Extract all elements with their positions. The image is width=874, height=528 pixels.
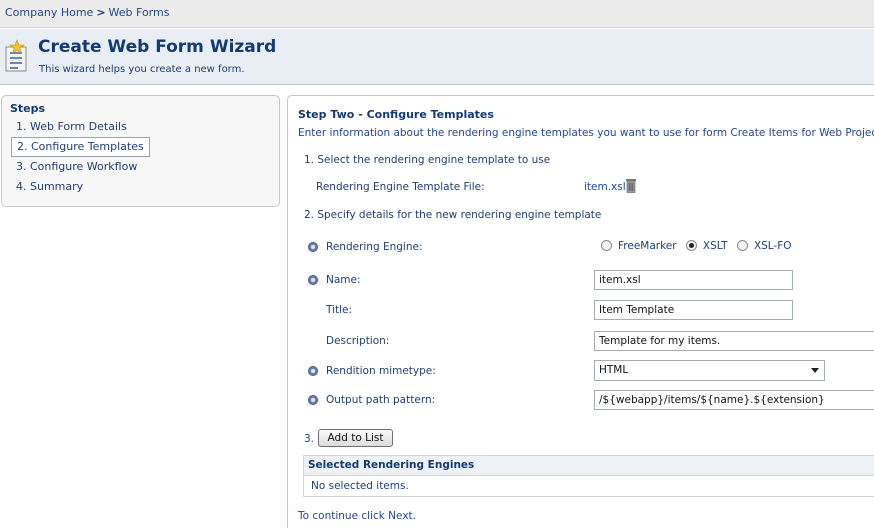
section-add-number: 3.	[304, 433, 315, 445]
step-intro: Enter information about the rendering en…	[298, 127, 874, 139]
add-to-list-button[interactable]: Add to List	[318, 429, 393, 447]
radio-xsl-fo-label: XSL-FO	[753, 240, 792, 252]
continue-note: To continue click Next.	[298, 510, 416, 522]
radio-freemarker-label: FreeMarker	[618, 240, 677, 252]
title-input[interactable]: Item Template	[594, 300, 793, 320]
step-configure-templates[interactable]: 2. Configure Templates	[11, 137, 150, 157]
radio-xslt-label: XSLT	[702, 240, 728, 252]
selected-engines-header: Selected Rendering Engines	[304, 456, 874, 476]
page-title: Create Web Form Wizard	[38, 37, 277, 57]
mimetype-select[interactable]: HTML	[594, 360, 825, 381]
step-configure-workflow[interactable]: 3. Configure Workflow	[10, 157, 271, 177]
step-summary[interactable]: 4. Summary	[10, 177, 271, 197]
required-icon	[308, 242, 318, 252]
breadcrumb-web-forms[interactable]: Web Forms	[109, 6, 170, 19]
breadcrumb-company-home[interactable]: Company Home	[5, 6, 93, 19]
steps-title: Steps	[10, 102, 46, 115]
required-icon	[308, 275, 318, 285]
radio-freemarker[interactable]	[601, 240, 612, 251]
mimetype-label: Rendition mimetype:	[326, 365, 436, 377]
template-file-label: Rendering Engine Template File:	[316, 181, 485, 193]
wizard-header: Create Web Form Wizard This wizard helps…	[0, 29, 874, 85]
description-label: Description:	[326, 335, 390, 347]
chevron-down-icon	[811, 368, 819, 373]
output-path-input[interactable]: /${webapp}/items/${name}.${extension}	[594, 390, 874, 410]
breadcrumb-separator: >	[96, 6, 106, 19]
step-heading: Step Two - Configure Templates	[298, 108, 494, 121]
output-path-label: Output path pattern:	[326, 394, 436, 406]
trash-icon[interactable]	[625, 178, 637, 193]
required-icon	[308, 366, 318, 376]
name-input[interactable]: item.xsl	[594, 270, 793, 290]
title-label: Title:	[326, 304, 353, 316]
steps-panel: Steps 1. Web Form Details 2. Configure T…	[1, 95, 280, 207]
mimetype-selected-value: HTML	[599, 364, 629, 376]
rendering-engine-label: Rendering Engine:	[326, 241, 423, 253]
section-specify-details: 2. Specify details for the new rendering…	[304, 209, 602, 221]
radio-xsl-fo[interactable]	[736, 240, 748, 251]
template-file-value[interactable]: item.xsl	[584, 181, 626, 193]
breadcrumb: Company Home > Web Forms	[0, 0, 874, 28]
name-label: Name:	[326, 274, 361, 286]
selected-engines-table: Selected Rendering Engines No selected i…	[303, 455, 874, 497]
section-select-template: 1. Select the rendering engine template …	[304, 154, 551, 166]
rendering-engine-options: FreeMarker XSLT XSL-FO	[601, 240, 798, 252]
selected-engines-empty: No selected items.	[311, 480, 409, 492]
wizard-form-icon	[5, 39, 27, 72]
required-icon	[308, 395, 318, 405]
description-input[interactable]: Template for my items.	[594, 331, 874, 351]
step-web-form-details[interactable]: 1. Web Form Details	[10, 117, 271, 137]
main-panel: Step Two - Configure Templates Enter inf…	[287, 95, 874, 528]
page-subtitle: This wizard helps you create a new form.	[39, 64, 245, 75]
radio-xslt[interactable]	[685, 240, 697, 251]
